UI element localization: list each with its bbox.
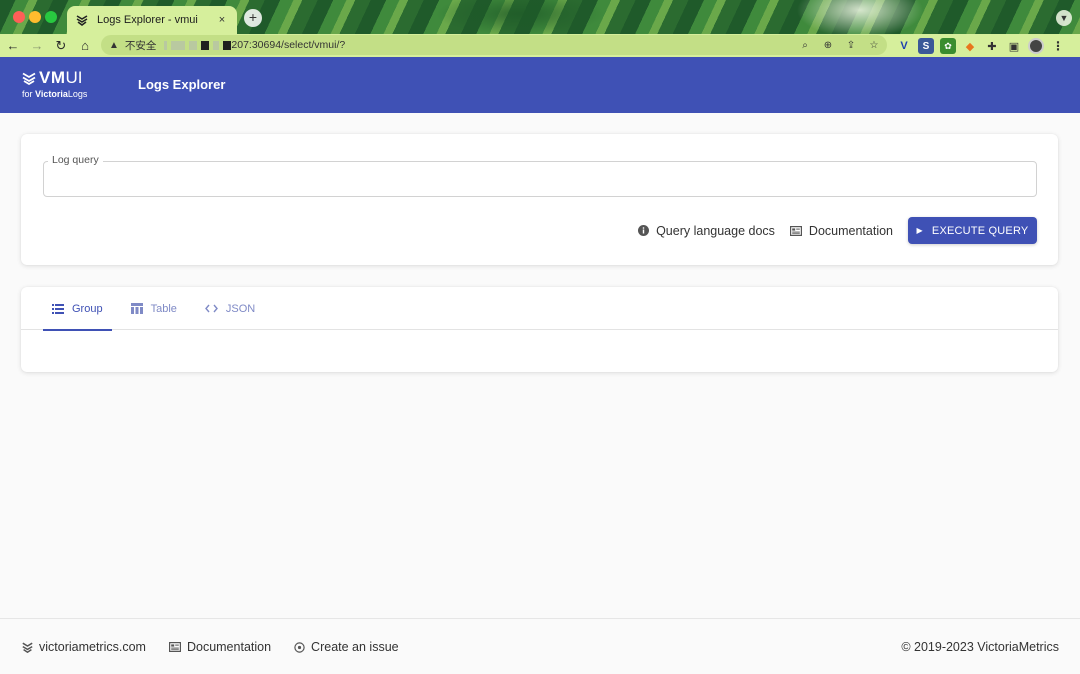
- browser-tab-active[interactable]: Logs Explorer - vmui ×: [67, 6, 237, 34]
- docs-icon: [789, 225, 802, 236]
- create-issue-label: Create an issue: [311, 640, 399, 654]
- results-panel: Group Table JSON: [21, 287, 1058, 372]
- logo-vm-text: VM: [39, 68, 66, 87]
- list-icon: [52, 303, 64, 314]
- reload-icon[interactable]: ↻: [50, 36, 72, 56]
- victoriametrics-logo-icon: [22, 642, 33, 653]
- logo-brand-rest: Logs: [67, 89, 88, 99]
- tab-json[interactable]: JSON: [196, 287, 264, 330]
- query-language-docs-label: Query language docs: [656, 223, 775, 238]
- page-title: Logs Explorer: [138, 77, 226, 92]
- window-zoom-button[interactable]: [45, 11, 57, 23]
- log-query-label: Log query: [48, 154, 103, 166]
- code-icon: [204, 304, 218, 313]
- log-query-field[interactable]: [43, 161, 1037, 197]
- metamask-fox-icon[interactable]: ◆: [962, 38, 978, 54]
- vmui-logo[interactable]: VM UI for VictoriaLogs: [22, 68, 92, 99]
- footer-documentation-link[interactable]: Documentation: [168, 640, 272, 654]
- browser-toolbar: ← → ↻ ⌂ ▲ 不安全 207:30694/select/vmui/? ⌕ …: [0, 34, 1080, 57]
- create-issue-link[interactable]: Create an issue: [294, 640, 399, 654]
- redacted-url-part: [201, 40, 210, 50]
- window-minimize-button[interactable]: [29, 11, 41, 23]
- profile-avatar[interactable]: [1028, 38, 1044, 54]
- warning-icon: ▲: [109, 39, 119, 51]
- tab-table-label: Table: [150, 302, 177, 315]
- tab-group[interactable]: Group: [43, 287, 112, 331]
- tab-table[interactable]: Table: [122, 287, 186, 330]
- footer: victoriametrics.com Documentation Create…: [0, 618, 1080, 674]
- redacted-url-part: [164, 40, 168, 50]
- log-query-input[interactable]: [44, 162, 1036, 196]
- redacted-url-part: [213, 40, 220, 50]
- tab-close-icon[interactable]: ×: [215, 14, 229, 26]
- play-icon: ▶: [916, 226, 923, 235]
- main-content: Log query Query language docs Documentat…: [0, 113, 1080, 618]
- zoom-icon[interactable]: ⊕: [821, 40, 835, 51]
- results-tabs: Group Table JSON: [21, 287, 1058, 331]
- tab-json-label: JSON: [225, 302, 256, 315]
- extension-green-icon[interactable]: ✿: [940, 38, 956, 54]
- query-language-docs-link[interactable]: Query language docs: [638, 224, 775, 238]
- footer-documentation-label: Documentation: [186, 640, 272, 654]
- victoriametrics-logo-icon: [22, 72, 36, 85]
- issue-icon: [294, 641, 305, 653]
- documentation-link[interactable]: Documentation: [789, 223, 893, 238]
- redacted-url-part: [223, 40, 232, 50]
- insecure-label: 不安全: [124, 39, 157, 52]
- search-icon[interactable]: ⌕: [798, 40, 812, 51]
- back-arrow-icon[interactable]: ←: [2, 36, 24, 56]
- victoriametrics-site-label: victoriametrics.com: [39, 640, 146, 654]
- docs-icon: [168, 642, 181, 652]
- documentation-label: Documentation: [808, 223, 893, 238]
- logo-ui-text: UI: [65, 68, 83, 87]
- victoriametrics-site-link[interactable]: victoriametrics.com: [22, 640, 146, 654]
- app-header: VM UI for VictoriaLogs Logs Explorer: [0, 57, 1080, 113]
- victoriametrics-favicon-icon: [75, 13, 89, 27]
- redacted-url-part: [171, 40, 186, 50]
- share-icon[interactable]: ⇪: [844, 40, 858, 51]
- side-panel-icon[interactable]: ▣: [1006, 38, 1022, 54]
- browser-tab-strip: Logs Explorer - vmui × + ▼: [0, 0, 1080, 34]
- table-icon: [130, 303, 143, 314]
- url-text: 207:30694/select/vmui/?: [231, 39, 346, 51]
- logo-for-text: for: [22, 89, 36, 99]
- tab-group-label: Group: [72, 302, 103, 315]
- extension-s-icon[interactable]: S: [918, 38, 934, 54]
- info-icon: [638, 225, 650, 236]
- tab-search-chevron-icon[interactable]: ▼: [1056, 10, 1072, 26]
- query-panel: Log query Query language docs Documentat…: [21, 134, 1058, 265]
- execute-query-button[interactable]: ▶ EXECUTE QUERY: [908, 217, 1037, 244]
- extensions-puzzle-icon[interactable]: ✚: [984, 38, 1000, 54]
- new-tab-button[interactable]: +: [244, 9, 262, 27]
- redacted-url-part: [189, 40, 198, 50]
- home-icon[interactable]: ⌂: [74, 36, 96, 56]
- browser-menu-icon[interactable]: ⋮: [1050, 38, 1066, 54]
- address-bar[interactable]: ▲ 不安全 207:30694/select/vmui/? ⌕ ⊕ ⇪ ☆: [101, 35, 887, 55]
- extension-v-icon[interactable]: V: [896, 38, 912, 54]
- query-actions: Query language docs Documentation ▶ EXEC…: [638, 217, 1037, 244]
- copyright-text: © 2019-2023 VictoriaMetrics: [901, 640, 1059, 654]
- bookmark-star-icon[interactable]: ☆: [867, 40, 881, 51]
- window-close-button[interactable]: [13, 11, 25, 23]
- execute-query-label: EXECUTE QUERY: [931, 224, 1029, 237]
- logo-brand-bold: Victoria: [35, 89, 68, 99]
- forward-arrow-icon[interactable]: →: [26, 36, 48, 56]
- logo-subtitle: for VictoriaLogs: [22, 89, 92, 99]
- browser-tab-title: Logs Explorer - vmui: [97, 14, 198, 26]
